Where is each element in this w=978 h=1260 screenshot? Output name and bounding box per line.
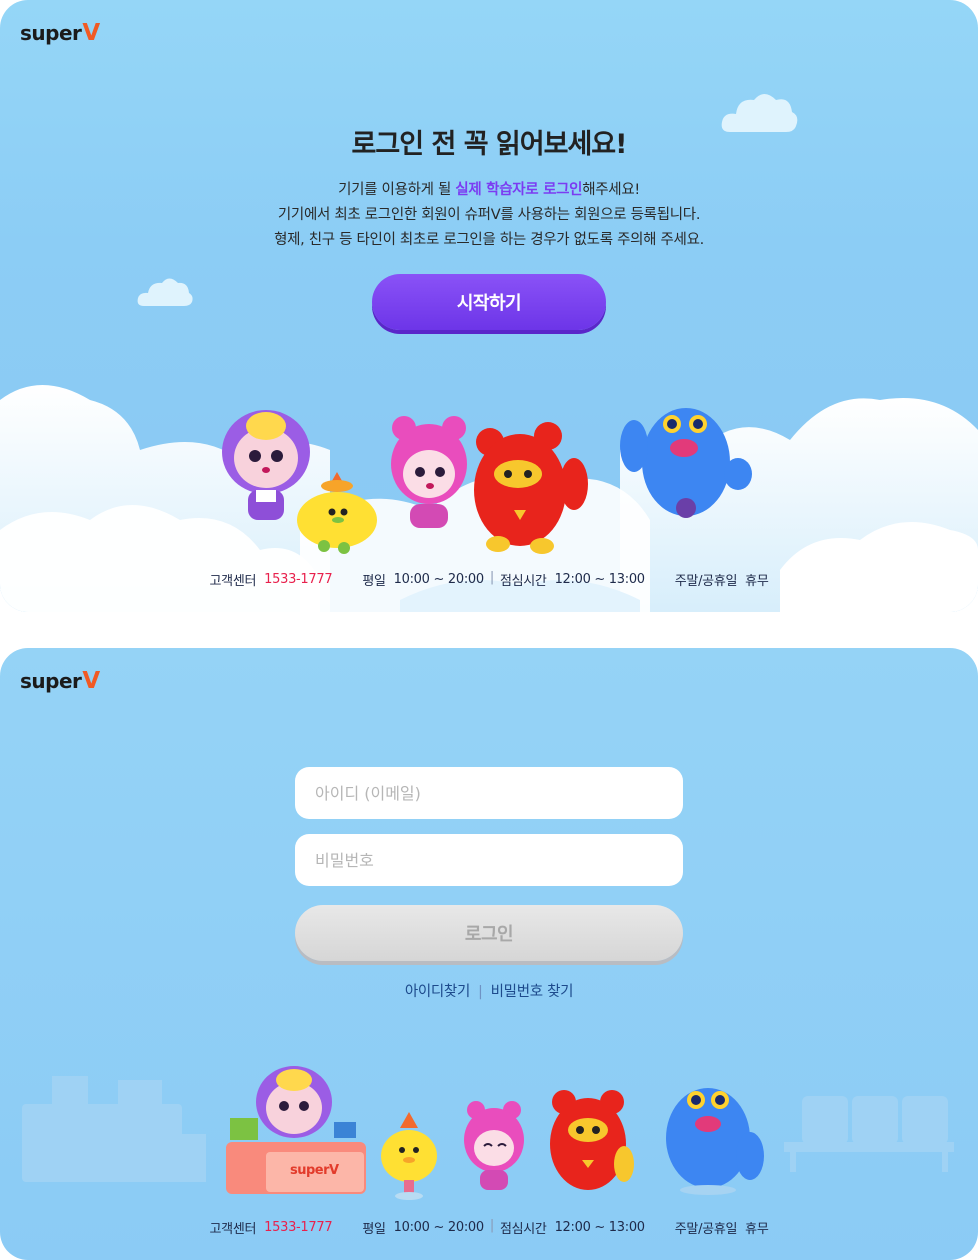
lunch-hours: 점심시간 12:00 ~ 13:00 — [500, 570, 645, 589]
desc-line-1-pre: 기기를 이용하게 될 — [338, 182, 456, 198]
holiday-label: 주말/공휴일 — [674, 574, 738, 589]
lunch-label: 점심시간 — [499, 1222, 547, 1237]
holiday-value: 휴무 — [745, 574, 769, 589]
customer-center-label: 고객센터 — [209, 1222, 257, 1237]
cloud-icon — [137, 278, 193, 306]
weekday-hours: 평일 10:00 ~ 20:00 — [362, 570, 484, 589]
divider: | — [489, 570, 494, 585]
login-panel: superV 로그인 아이디찾기|비밀번호 찾기 superV — [0, 648, 978, 1260]
blue-monster-character-icon — [666, 1088, 764, 1195]
customer-center-footer: 고객센터 1533-1777 평일 10:00 ~ 20:00 | 점심시간 1… — [0, 1218, 978, 1237]
desc-line-1-post: 해주세요! — [582, 182, 640, 198]
blue-monster-character-icon — [620, 408, 752, 518]
holiday-label: 주말/공휴일 — [674, 1222, 738, 1237]
weekday-hours-value: 10:00 ~ 20:00 — [393, 1220, 484, 1235]
logo: super V — [20, 20, 100, 48]
yellow-chick-character-icon — [381, 1112, 437, 1200]
customer-center: 고객센터 1533-1777 — [210, 570, 333, 589]
desk-logo-v: V — [329, 1163, 339, 1178]
pink-bear-character-icon — [391, 416, 467, 528]
logo-text: super — [20, 669, 82, 693]
weekday-label: 평일 — [362, 574, 386, 589]
customer-center-phone: 1533-1777 — [264, 1220, 333, 1235]
customer-center-phone: 1533-1777 — [264, 572, 333, 587]
desc-line-1: 기기를 이용하게 될 실제 학습자로 로그인해주세요! — [0, 178, 978, 203]
intro-panel: super V 로그인 전 꼭 읽어보세요! 기기를 이용하게 될 실제 학습자로… — [0, 0, 978, 612]
waiting-bench-silhouette — [784, 1096, 954, 1172]
find-password-link[interactable]: 비밀번호 찾기 — [491, 984, 574, 1000]
customer-center-footer: 고객센터 1533-1777 평일 10:00 ~ 20:00 | 점심시간 1… — [0, 570, 978, 589]
customer-center-label: 고객센터 — [209, 574, 257, 589]
lunch-label: 점심시간 — [499, 574, 547, 589]
weekday-hours-value: 10:00 ~ 20:00 — [393, 572, 484, 587]
lunch-hours-value: 12:00 ~ 13:00 — [554, 572, 645, 587]
logo: super V — [20, 668, 100, 696]
login-button[interactable]: 로그인 — [295, 905, 683, 961]
desc-highlight: 실제 학습자로 로그인 — [455, 182, 583, 198]
intro-description: 기기를 이용하게 될 실제 학습자로 로그인해주세요! 기기에서 최초 로그인한… — [0, 178, 978, 253]
weekday-hours: 평일 10:00 ~ 20:00 — [362, 1218, 484, 1237]
holiday-info: 주말/공휴일 휴무 — [675, 570, 769, 589]
red-bear-character-icon — [550, 1090, 634, 1190]
desk-logo: superV — [290, 1163, 339, 1178]
divider: | — [489, 1218, 494, 1233]
desc-line-3: 형제, 친구 등 타인이 최초로 로그인을 하는 경우가 없도록 주의해 주세요… — [274, 232, 704, 248]
holiday-value: 휴무 — [745, 1222, 769, 1237]
lunch-hours: 점심시간 12:00 ~ 13:00 — [500, 1218, 645, 1237]
weekday-label: 평일 — [362, 1222, 386, 1237]
lunch-hours-value: 12:00 ~ 13:00 — [554, 1220, 645, 1235]
office-desk-silhouette — [22, 1076, 206, 1182]
page-title: 로그인 전 꼭 읽어보세요! — [351, 129, 628, 160]
customer-center: 고객센터 1533-1777 — [210, 1218, 333, 1237]
holiday-info: 주말/공휴일 휴무 — [675, 1218, 769, 1237]
logo-v: V — [82, 668, 100, 694]
red-bear-character-icon — [474, 422, 588, 554]
find-id-link[interactable]: 아이디찾기 — [405, 984, 471, 1000]
logo-v: V — [82, 20, 100, 46]
id-input[interactable] — [295, 767, 683, 819]
password-input[interactable] — [295, 834, 683, 886]
find-account-links: 아이디찾기 | 비밀번호 찾기 — [0, 980, 978, 1001]
pink-bear-character-icon — [464, 1101, 524, 1190]
logo-text: super — [20, 21, 82, 45]
desk-logo-text: super — [290, 1163, 330, 1178]
start-button[interactable]: 시작하기 — [372, 274, 606, 330]
divider: | — [478, 984, 483, 1000]
desc-line-2: 기기에서 최초 로그인한 회원이 슈퍼V를 사용하는 회원으로 등록됩니다. — [277, 207, 701, 223]
yellow-chick-character-icon — [297, 472, 377, 554]
